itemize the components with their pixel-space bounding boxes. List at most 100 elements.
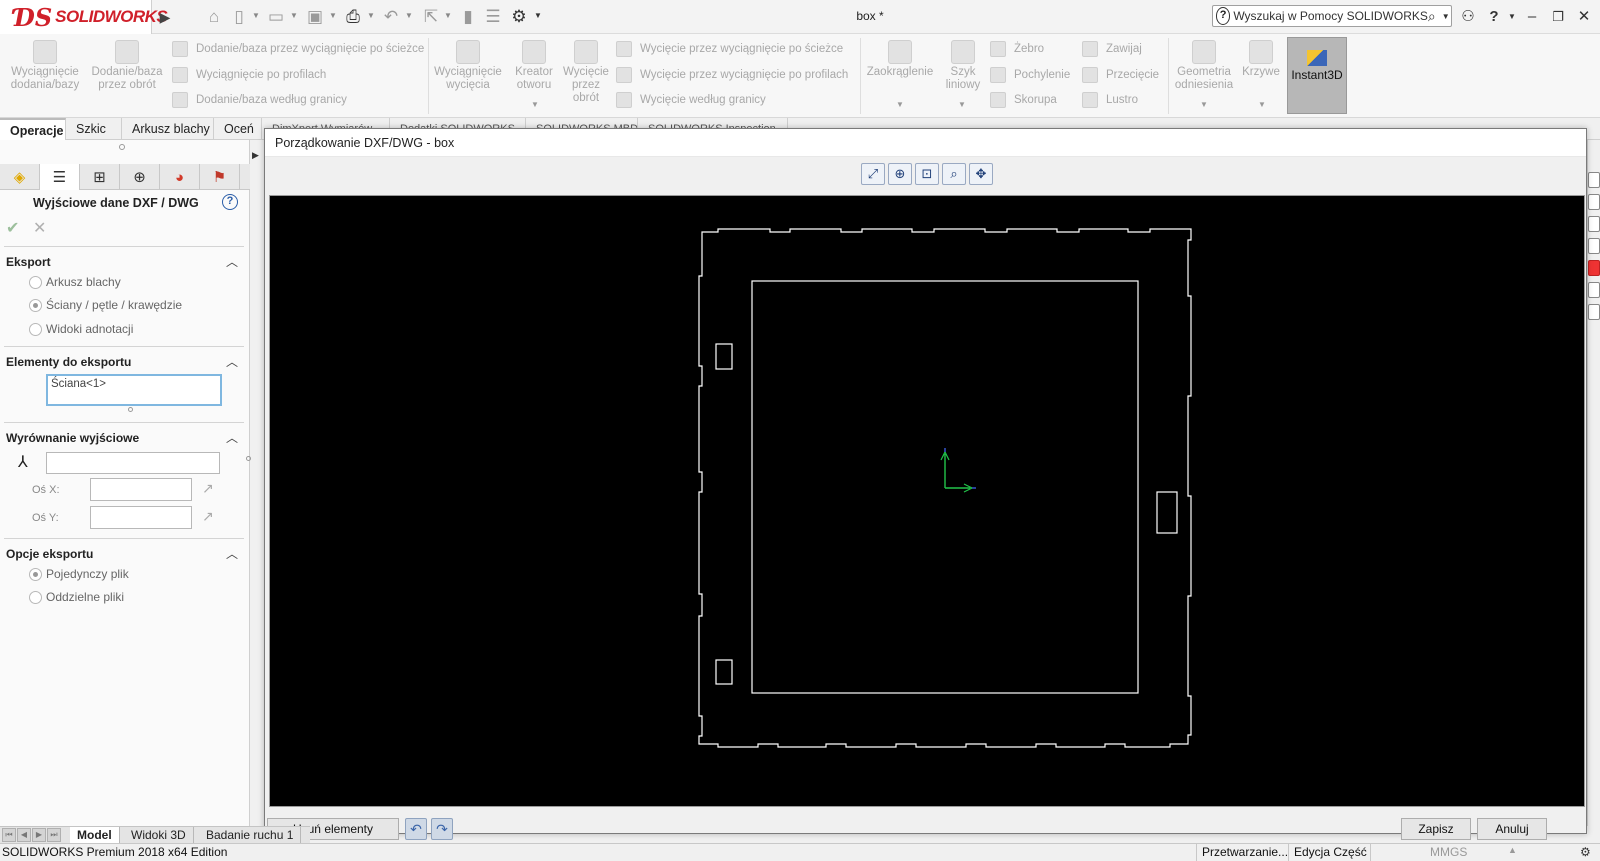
group-wyrownanie-wyjsciowe[interactable]: Wyrównanie wyjściowe <box>6 431 139 445</box>
help-search-input[interactable]: Wyszukaj w Pomocy SOLIDWORKS <box>1233 9 1428 23</box>
property-manager-tab-icon[interactable]: ☰ <box>40 164 80 190</box>
radio-pojedynczy-plik[interactable]: Pojedynczy plik <box>29 567 129 581</box>
help-search-box[interactable]: ? Wyszukaj w Pomocy SOLIDWORKS ⌕ ▼ <box>1212 5 1452 27</box>
help-dropdown-icon[interactable]: ▼ <box>1502 6 1522 28</box>
tab-szkic[interactable]: Szkic <box>66 118 122 140</box>
shell-button[interactable]: Skorupa <box>990 91 1057 109</box>
entities-selection-box[interactable]: Ściana<1> <box>46 374 222 406</box>
linear-pattern-dropdown-icon[interactable]: ▼ <box>958 100 966 109</box>
tab-model[interactable]: Model <box>70 827 120 844</box>
cancel-x-icon[interactable]: ✕ <box>33 218 46 238</box>
close-icon[interactable]: ✕ <box>1574 6 1594 28</box>
group-opcje-eksportu[interactable]: Opcje eksportu <box>6 547 93 561</box>
intersect-button[interactable]: Przecięcie <box>1082 66 1159 84</box>
save-button[interactable]: Zapisz <box>1401 818 1471 840</box>
rebuild-icon[interactable]: ▮ <box>457 6 479 28</box>
file-properties-icon[interactable]: ☰ <box>482 6 504 28</box>
zoom-in-icon[interactable]: ⊕ <box>888 163 912 185</box>
fillet-button[interactable]: Zaokrąglenie <box>864 40 936 79</box>
select-dropdown-icon[interactable]: ▼ <box>444 8 452 24</box>
group-eksport[interactable]: Eksport <box>6 255 51 269</box>
cancel-button[interactable]: Anuluj <box>1477 818 1547 840</box>
revolved-cut-button[interactable]: Wycięcie przez obrót <box>562 40 610 105</box>
feature-manager-tab-icon[interactable]: ◈ <box>0 164 40 190</box>
radio-button-selected[interactable] <box>29 567 42 581</box>
solidworks-resources-icon[interactable] <box>1588 172 1600 188</box>
restore-icon[interactable]: ❐ <box>1548 6 1568 28</box>
notifications-icon[interactable]: ⚙ <box>1580 845 1591 859</box>
radio-button-selected[interactable] <box>29 298 42 312</box>
boundary-cut-button[interactable]: Wycięcie według granicy <box>616 91 766 109</box>
forum-icon[interactable] <box>1588 304 1600 320</box>
menu-expand-arrow-icon[interactable]: ▶ <box>155 6 175 28</box>
radio-oddzielne-pliki[interactable]: Oddzielne pliki <box>29 590 124 604</box>
configuration-manager-tab-icon[interactable]: ⊞ <box>80 164 120 190</box>
reverse-direction-y-icon[interactable]: ↗ <box>202 508 214 525</box>
ok-check-icon[interactable]: ✔ <box>6 218 19 238</box>
tab-widoki-3d[interactable]: Widoki 3D <box>124 827 194 844</box>
search-icon[interactable]: ⌕ <box>1428 8 1442 25</box>
collapse-chevron-icon[interactable]: ︿ <box>226 429 240 446</box>
radio-widoki-adnotacji[interactable]: Widoki adnotacji <box>29 322 133 336</box>
print-dropdown-icon[interactable]: ▼ <box>367 8 375 24</box>
instant3d-button[interactable]: Instant3D <box>1287 37 1347 114</box>
open-icon[interactable]: ▭ <box>265 6 287 28</box>
lofted-boss-button[interactable]: Wyciągnięcie po profilach <box>172 66 326 84</box>
curves-dropdown-icon[interactable]: ▼ <box>1258 100 1266 109</box>
next-tab-arrow-icon[interactable]: ▶ <box>32 828 46 842</box>
new-dropdown-icon[interactable]: ▼ <box>252 8 260 24</box>
minimize-icon[interactable]: – <box>1522 6 1542 28</box>
unit-system[interactable]: MMGS <box>1430 845 1467 859</box>
solidworks-logo[interactable]: ƊS SOLIDWORKS <box>0 0 168 34</box>
display-manager-tab-icon[interactable]: ◕ <box>160 164 200 190</box>
fillet-dropdown-icon[interactable]: ▼ <box>896 100 904 109</box>
reference-geometry-button[interactable]: Geometria odniesienia <box>1172 40 1236 92</box>
axis-x-field[interactable] <box>90 478 192 501</box>
extruded-cut-button[interactable]: Wyciągnięcie wycięcia <box>433 40 503 92</box>
undo-icon[interactable]: ↶ <box>405 818 427 840</box>
user-icon[interactable]: ⚇ <box>1458 6 1478 28</box>
drawing-preview-canvas[interactable] <box>269 195 1585 807</box>
radio-button[interactable] <box>29 590 42 604</box>
hole-wizard-button[interactable]: Kreator otworu <box>508 40 560 92</box>
panel-resize-handle[interactable] <box>246 456 251 461</box>
swept-cut-button[interactable]: Wycięcie przez wyciągnięcie po ścieżce <box>616 40 843 58</box>
linear-pattern-button[interactable]: Szyk liniowy <box>940 40 986 92</box>
collapse-chevron-icon[interactable]: ︿ <box>226 545 240 562</box>
radio-button[interactable] <box>29 275 42 289</box>
panel-expand-arrow-icon[interactable]: ▶ <box>252 150 259 161</box>
custom-properties-icon[interactable] <box>1588 282 1600 298</box>
undo-icon[interactable]: ↶ <box>380 6 402 28</box>
tab-arkusz-blachy[interactable]: Arkusz blachy <box>122 118 214 140</box>
dimxpert-manager-tab-icon[interactable]: ⊕ <box>120 164 160 190</box>
group-elementy-do-eksportu[interactable]: Elementy do eksportu <box>6 355 131 369</box>
rib-button[interactable]: Żebro <box>990 40 1044 58</box>
tab-badanie-ruchu[interactable]: Badanie ruchu 1 <box>199 827 302 844</box>
open-dropdown-icon[interactable]: ▼ <box>290 8 298 24</box>
revolve-boss-button[interactable]: Dodanie/baza przez obrót <box>88 40 166 92</box>
wrap-button[interactable]: Zawijaj <box>1082 40 1142 58</box>
dialog-title-bar[interactable]: Porządkowanie DXF/DWG - box <box>265 129 1586 157</box>
panel-splitter-handle[interactable] <box>119 144 125 150</box>
prev-tab-arrow-icon[interactable]: ◀ <box>17 828 31 842</box>
reverse-direction-x-icon[interactable]: ↗ <box>202 480 214 497</box>
axis-y-field[interactable] <box>90 506 192 529</box>
first-tab-arrow-icon[interactable]: ⏮ <box>2 828 16 842</box>
collapse-chevron-icon[interactable]: ︿ <box>226 353 240 370</box>
radio-arkusz-blachy[interactable]: Arkusz blachy <box>29 275 121 289</box>
curves-button[interactable]: Krzywe <box>1240 40 1282 79</box>
alignment-origin-field[interactable] <box>46 452 220 474</box>
draft-button[interactable]: Pochylenie <box>990 66 1070 84</box>
lofted-cut-button[interactable]: Wycięcie przez wyciągnięcie po profilach <box>616 66 848 84</box>
zoom-to-fit-icon[interactable]: ⤢ <box>861 163 885 185</box>
new-document-icon[interactable]: ▯ <box>228 6 250 28</box>
appearances-icon[interactable] <box>1588 260 1600 276</box>
save-icon[interactable]: ▣ <box>304 6 326 28</box>
file-explorer-icon[interactable] <box>1588 216 1600 232</box>
design-library-icon[interactable] <box>1588 194 1600 210</box>
undo-dropdown-icon[interactable]: ▼ <box>405 8 413 24</box>
view-palette-icon[interactable] <box>1588 238 1600 254</box>
boundary-boss-button[interactable]: Dodanie/baza według granicy <box>172 91 347 109</box>
save-dropdown-icon[interactable]: ▼ <box>329 8 337 24</box>
tab-ocen[interactable]: Oceń <box>214 118 262 140</box>
